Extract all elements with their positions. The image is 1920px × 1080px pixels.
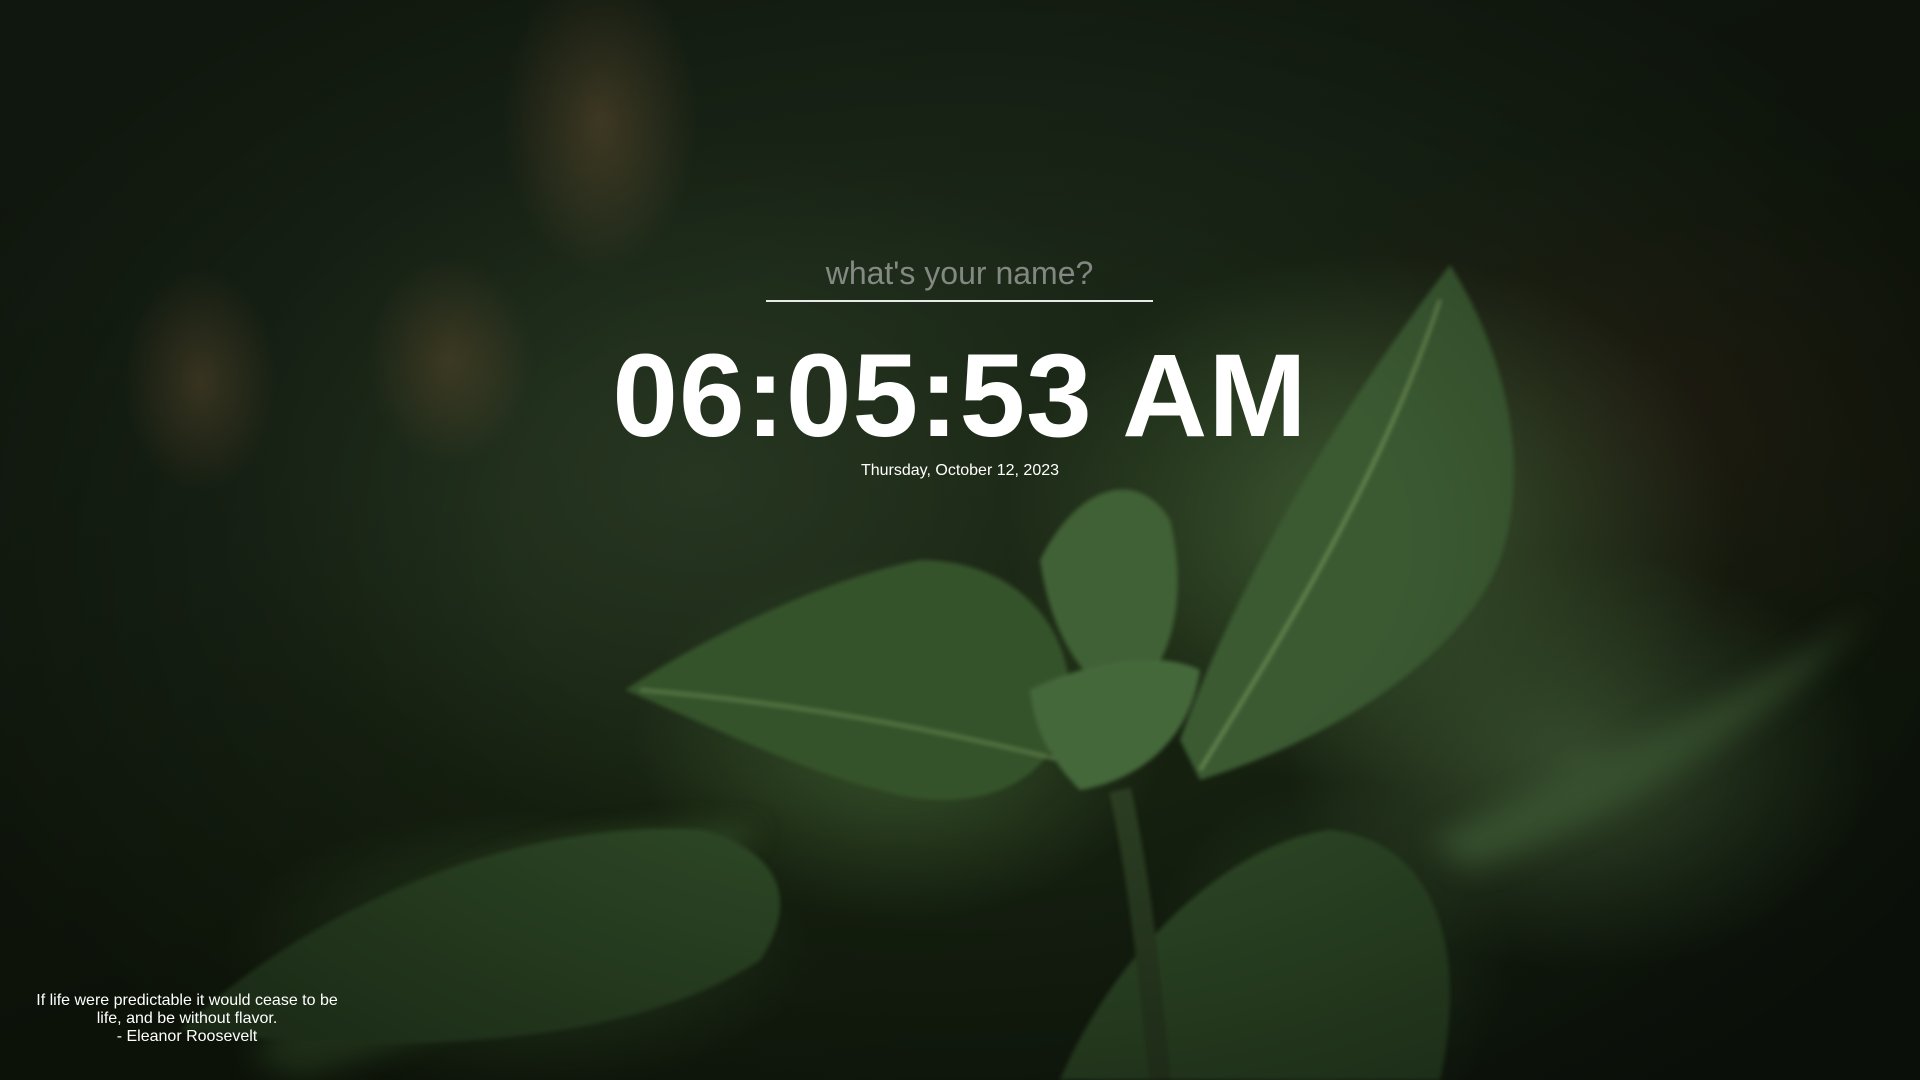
clock-date: Thursday, October 12, 2023 bbox=[860, 462, 1060, 479]
quote-text: If life were predictable it would cease … bbox=[36, 992, 338, 1027]
name-input[interactable] bbox=[766, 246, 1153, 302]
quote-author: - Eleanor Roosevelt bbox=[116, 1028, 258, 1045]
background-photo: 06:05:53 AM Thursday, October 12, 2023 I… bbox=[0, 0, 1920, 1080]
leaf-illustration bbox=[180, 265, 1870, 1080]
vignette-overlay bbox=[0, 0, 1920, 1080]
clock-time: 06:05:53 AM bbox=[612, 330, 1308, 462]
quote-block: If life were predictable it would cease … bbox=[30, 992, 344, 1046]
